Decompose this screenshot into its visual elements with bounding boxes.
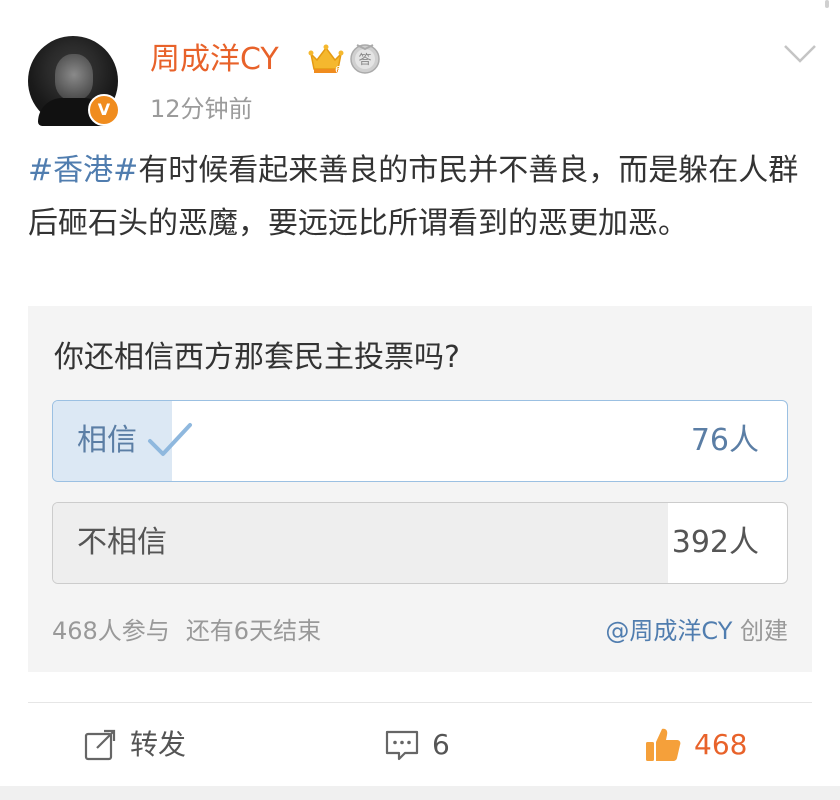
scrollbar[interactable]: [825, 0, 829, 8]
author-name[interactable]: 周成洋CY: [150, 38, 279, 82]
divider: [28, 702, 812, 703]
poll-time-left: 还有6天结束: [185, 617, 322, 645]
post-header: V 周成洋CY 6 答 12分钟前: [0, 0, 840, 140]
verified-badge-icon: V: [88, 94, 120, 126]
repost-icon: [84, 729, 116, 761]
post-timestamp: 12分钟前: [150, 95, 253, 123]
poll-option-believe[interactable]: 相信 76人: [52, 400, 788, 482]
crown-icon[interactable]: 6: [308, 42, 344, 76]
comment-count: 6: [432, 728, 450, 761]
poll-participants: 468人参与: [52, 617, 170, 645]
crown-level: 6: [335, 65, 341, 76]
repost-label: 转发: [130, 728, 187, 761]
poll-option-label: 相信: [77, 423, 137, 458]
hashtag-link[interactable]: #香港#: [28, 153, 138, 188]
poll-option-label: 不相信: [77, 525, 167, 560]
like-count: 468: [694, 728, 748, 761]
comment-button[interactable]: 6: [384, 722, 450, 768]
poll-created-label: 创建: [740, 617, 788, 645]
post-text: #香港#有时候看起来善良的市民并不善良，而是躲在人群后砸石头的恶魔，要远远比所谓…: [28, 144, 818, 250]
post-body: 有时候看起来善良的市民并不善良，而是躲在人群后砸石头的恶魔，要远远比所谓看到的恶…: [28, 153, 799, 241]
poll-creator: @周成洋CY 创建: [605, 614, 788, 648]
poll-option-count: 76人: [690, 423, 759, 458]
feed-separator: [0, 786, 840, 800]
poll-option-disbelieve[interactable]: 不相信 392人: [52, 502, 788, 584]
poll-question: 你还相信西方那套民主投票吗?: [54, 340, 460, 375]
poll-card: 你还相信西方那套民主投票吗? 相信 76人 不相信 392人 468人参与 还有6…: [28, 306, 812, 672]
chevron-down-icon[interactable]: [782, 42, 818, 66]
thumbs-up-icon: [646, 728, 681, 761]
medal-label: 答: [358, 52, 371, 68]
comment-icon: [385, 730, 419, 761]
like-button[interactable]: 468: [644, 722, 747, 768]
poll-creator-link[interactable]: @周成洋CY: [605, 617, 732, 645]
repost-button[interactable]: 转发: [82, 722, 186, 768]
poll-option-count: 392人: [671, 525, 759, 560]
check-icon: [148, 423, 192, 456]
avatar-face: [55, 54, 93, 100]
medal-icon[interactable]: 答: [348, 40, 382, 76]
poll-meta: 468人参与 还有6天结束: [52, 614, 321, 648]
